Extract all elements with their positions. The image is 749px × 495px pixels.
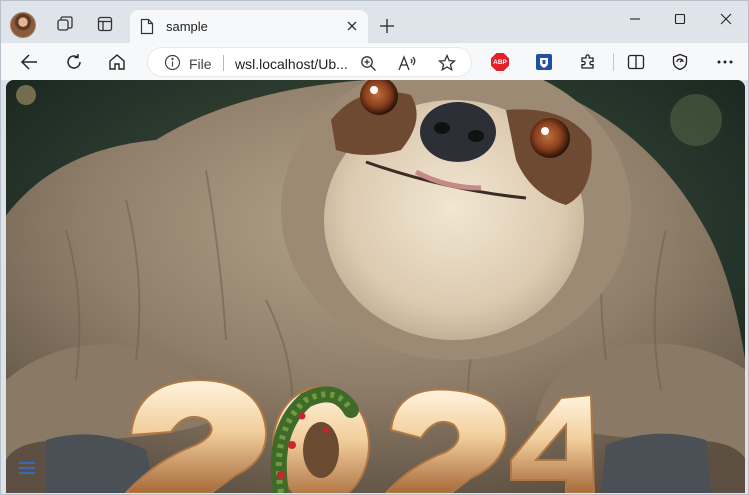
browser-window: sample File wsl.localhost/Ub... ABP	[0, 0, 749, 495]
more-icon[interactable]	[709, 46, 741, 78]
address-bar[interactable]: File wsl.localhost/Ub...	[147, 47, 472, 77]
close-icon[interactable]	[342, 16, 362, 36]
address-divider	[223, 55, 224, 71]
split-screen-icon[interactable]	[620, 46, 652, 78]
plus-icon[interactable]	[373, 13, 401, 39]
back-icon[interactable]	[13, 46, 45, 78]
tab-actions-icon[interactable]	[90, 9, 120, 39]
minimize-icon[interactable]	[613, 7, 657, 31]
shield-extension-icon[interactable]	[528, 46, 560, 78]
profile-avatar[interactable]	[10, 12, 36, 38]
favorite-star-icon[interactable]	[437, 53, 457, 73]
page-icon	[140, 18, 154, 40]
adblock-label: ABP	[491, 53, 509, 71]
scheme-label: File	[189, 56, 212, 72]
refresh-icon[interactable]	[58, 46, 90, 78]
toolbar: File wsl.localhost/Ub... ABP	[1, 43, 748, 80]
maximize-icon[interactable]	[658, 7, 702, 31]
read-aloud-icon[interactable]	[397, 53, 417, 73]
title-bar: sample	[1, 1, 748, 43]
extensions-puzzle-icon[interactable]	[572, 46, 604, 78]
tab-title: sample	[166, 19, 208, 34]
page-content	[6, 80, 745, 493]
home-icon[interactable]	[101, 46, 133, 78]
sloth-image	[6, 80, 745, 493]
info-icon[interactable]	[164, 54, 181, 76]
workspaces-icon[interactable]	[50, 9, 80, 39]
adblock-icon[interactable]: ABP	[484, 46, 516, 78]
url-text[interactable]: wsl.localhost/Ub...	[235, 56, 353, 72]
hamburger-menu-icon[interactable]	[18, 460, 38, 480]
toolbar-divider	[613, 53, 614, 71]
window-close-icon[interactable]	[704, 7, 748, 31]
zoom-icon[interactable]	[358, 53, 378, 73]
browser-essentials-icon[interactable]	[664, 46, 696, 78]
tab-active[interactable]: sample	[130, 10, 368, 43]
